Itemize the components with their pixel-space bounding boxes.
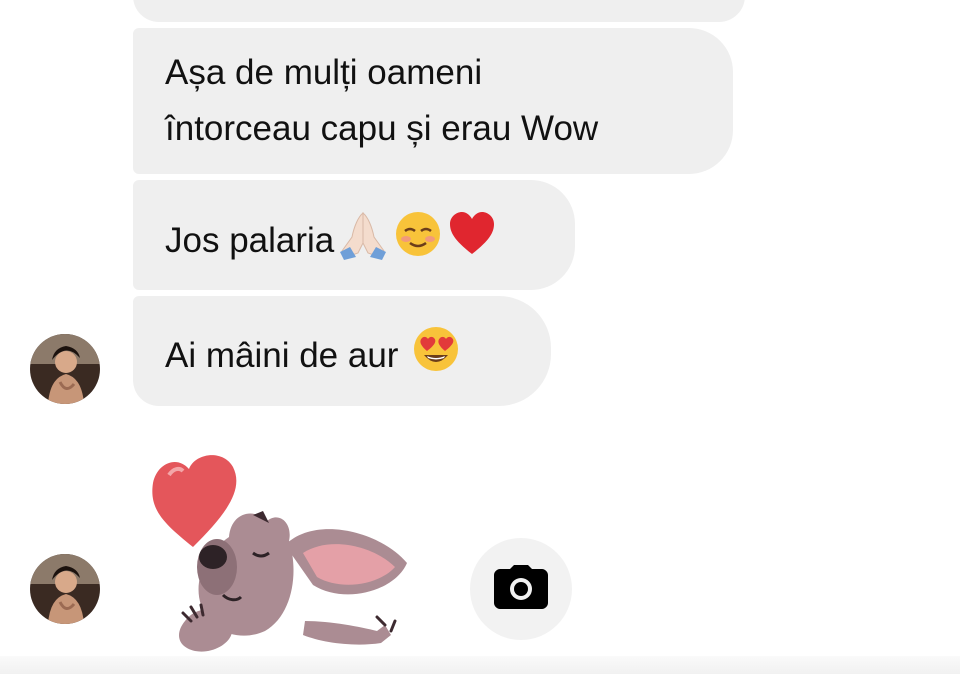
message-text: Jos palaria (165, 220, 335, 260)
avatar[interactable] (30, 334, 100, 404)
message-text: întorceau capu și erau Wow (165, 109, 599, 148)
message-text: Ai mâini de aur (165, 335, 399, 375)
red-heart-emoji (446, 208, 498, 277)
message-bubble[interactable]: Așa de mulți oameni întorceau capu și er… (133, 28, 733, 174)
composer-edge (0, 656, 960, 674)
message-bubble[interactable]: Ai mâini de aur (133, 296, 551, 406)
camera-button[interactable] (470, 538, 572, 640)
message-bubble-previous[interactable] (133, 0, 745, 22)
folded-hands-emoji (336, 207, 390, 278)
avatar[interactable] (30, 554, 100, 624)
message-text: Așa de mulți oameni (165, 53, 483, 92)
camera-icon (494, 564, 548, 614)
smiling-face-emoji (392, 208, 444, 277)
heart-eyes-emoji (410, 323, 462, 392)
dog-blowing-kiss-sticker[interactable] (145, 445, 420, 660)
message-bubble[interactable]: Jos palaria (133, 180, 575, 290)
